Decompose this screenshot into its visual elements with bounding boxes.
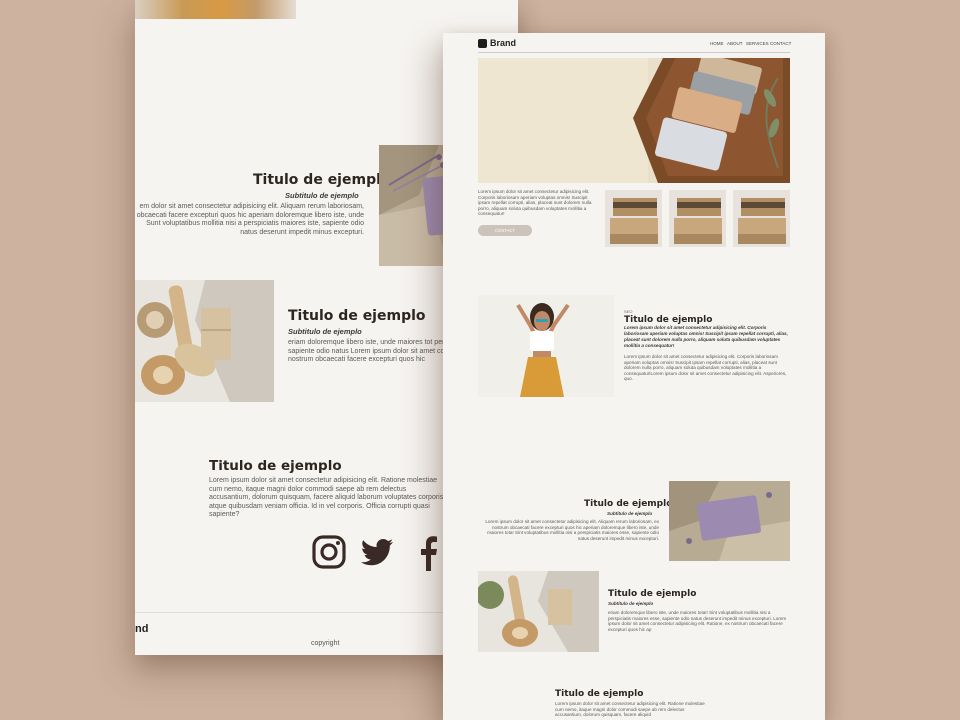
brushes-illustration [135,280,274,402]
top-product-image [135,0,296,19]
brand-name[interactable]: Brand [490,38,516,48]
section-subtitle: Subtitulo de ejemplo [608,601,654,606]
header-divider [478,52,790,53]
section-title: Titulo de ejemplo [608,589,697,599]
section-title: Titulo de ejemplo [584,499,673,509]
section-title: Titulo de ejemplo [288,308,426,324]
bamboo-brushes-image [478,571,599,652]
soap-stack-thumbnail[interactable] [733,190,790,247]
nav-home[interactable]: HOME [710,41,724,46]
woman-portrait-image [478,295,614,397]
hero-soap-tray-image [478,58,790,183]
copyright-text: copyright [311,640,340,647]
section-paragraph: em dolor sit amet consectetur adipisicin… [136,203,364,236]
section-eyebrow: SEO [624,309,633,314]
section-title: Titulo de ejemplo [209,458,342,474]
section-title: Titulo de ejemplo [555,689,644,699]
section-subtitle: Subtitulo de ejemplo [285,191,359,200]
facebook-icon[interactable] [418,535,438,576]
bamboo-brushes-image [135,280,274,402]
brand-logo-icon[interactable] [478,39,487,48]
section-paragraph: eriam doloremque libero iste, unde maior… [608,610,787,632]
footer-divider [135,612,455,613]
hero-paragraph: Lorem ipsum dolor sit amet consectetur a… [478,189,592,217]
section-paragraph: Lorem ipsum dolor sit amet consectetur a… [209,477,444,519]
twitter-icon[interactable] [360,538,394,573]
section-paragraph: Lorem ipsum dolor sit amet consectetur a… [624,354,787,382]
contact-button[interactable]: CONTACT [478,225,532,236]
nav-services[interactable]: SERVICES [746,41,769,46]
section-paragraph: Lorem ipsum dolor sit amet consectetur a… [555,701,705,718]
instagram-icon[interactable] [312,535,346,574]
lavender-soap-image [669,481,790,561]
soap-stack-thumbnail[interactable] [605,190,662,247]
nav-contact[interactable]: CONTACT [770,41,791,46]
front-page-mockup: Brand HOME ABOUT SERVICES CONTACT Lorem … [443,33,825,720]
section-title: Titulo de ejemplo [253,172,391,188]
section-subtitle: Subtitulo de ejemplo [607,511,653,516]
footer-brand[interactable]: nd [135,623,148,635]
section-paragraph: Lorem ipsum dolor sit amet consectetur a… [485,519,659,541]
soap-stack-thumbnail[interactable] [669,190,726,247]
section-lead: Lorem ipsum dolor sit amet consectetur a… [624,325,788,348]
soap-tray-illustration [478,58,790,183]
section-title: Titulo de ejemplo [624,315,713,325]
section-subtitle: Subtitulo de ejemplo [288,327,362,336]
woman-illustration [478,295,614,397]
nav-about[interactable]: ABOUT [727,41,743,46]
